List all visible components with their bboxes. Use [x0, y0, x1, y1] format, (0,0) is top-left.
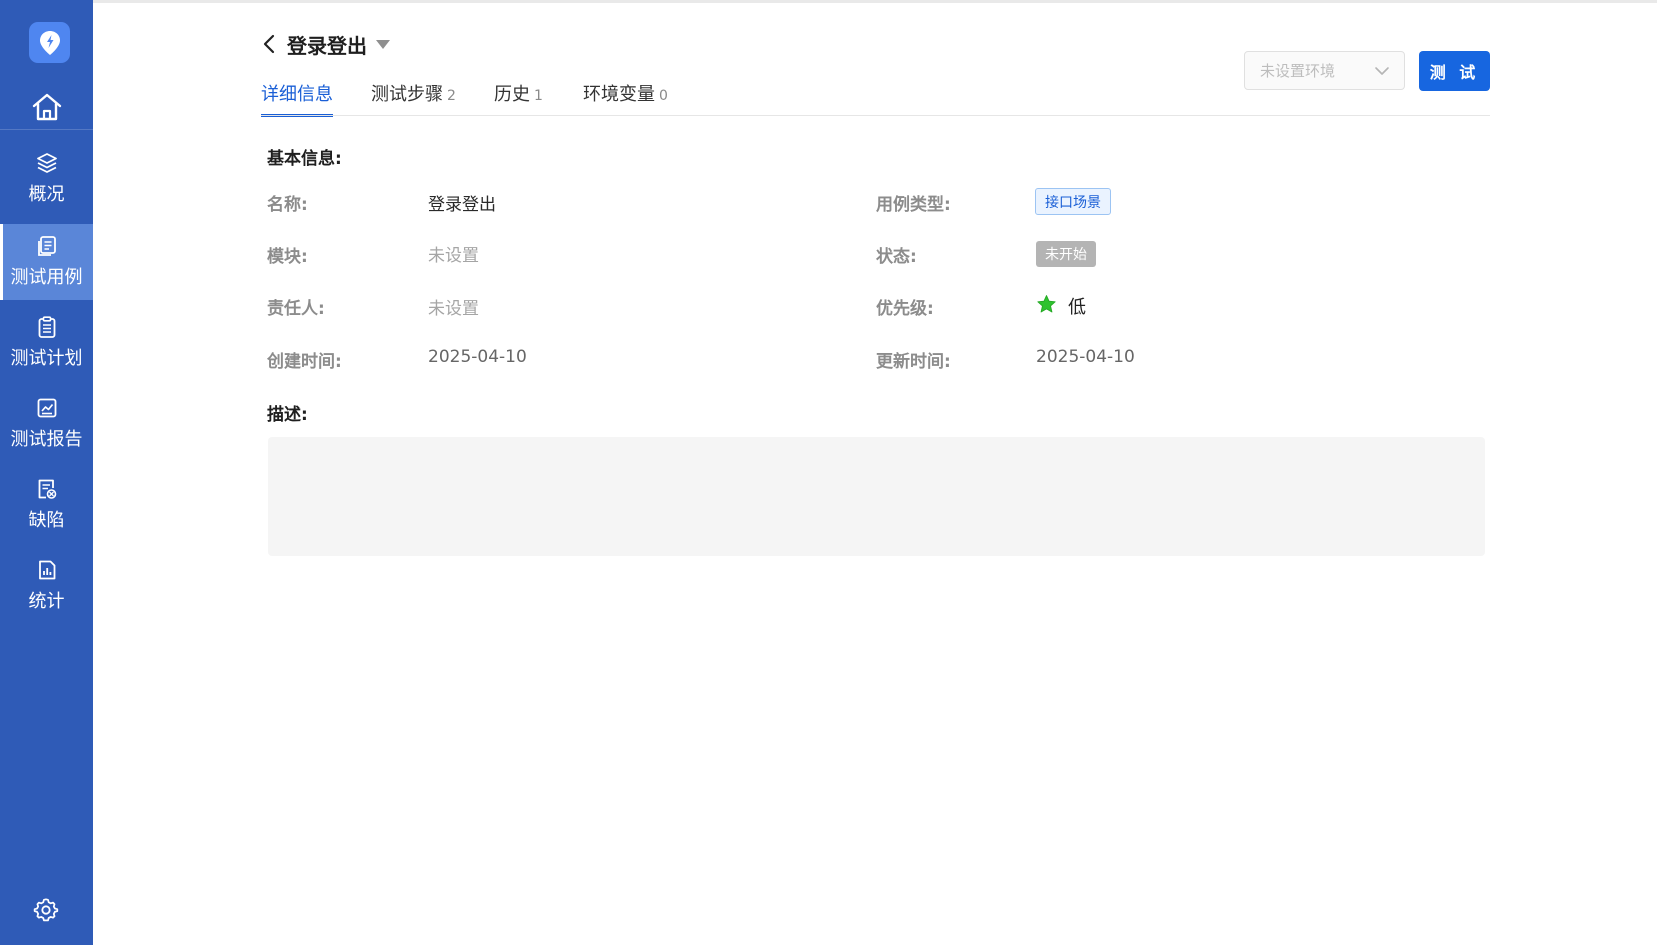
back-button[interactable] — [262, 32, 280, 56]
gear-icon — [33, 898, 59, 922]
created-time-value: 2025-04-10 — [428, 347, 527, 367]
tab-label: 测试步骤 — [371, 84, 443, 105]
app-root: 概况 测试用例 测试计划 测试报告 缺陷 统计 登录登出 详细信息 测试步骤 2… — [0, 0, 1657, 945]
case-type-tag: 接口场景 — [1035, 188, 1111, 215]
tab-details[interactable]: 详细信息 — [261, 80, 333, 117]
updated-time-value: 2025-04-10 — [1036, 347, 1135, 367]
module-label: 模块: — [267, 247, 308, 267]
tab-count: 0 — [659, 88, 668, 104]
tab-count: 2 — [447, 88, 456, 104]
tab-history[interactable]: 历史 1 — [494, 80, 543, 114]
sidebar-item-label: 缺陷 — [28, 510, 65, 531]
title-dropdown-caret-icon[interactable] — [376, 40, 390, 49]
environment-select[interactable]: 未设置环境 — [1244, 51, 1405, 90]
updated-time-label: 更新时间: — [876, 352, 951, 372]
sidebar-item-label: 统计 — [28, 591, 65, 612]
name-value: 登录登出 — [428, 195, 496, 215]
tab-count: 1 — [534, 88, 543, 104]
sidebar-item-label: 概况 — [28, 184, 65, 205]
status-badge[interactable]: 未开始 — [1036, 241, 1096, 267]
bar-chart-icon — [38, 560, 55, 580]
settings-button[interactable] — [33, 897, 59, 923]
case-type-label: 用例类型: — [876, 195, 951, 215]
sidebar: 概况 测试用例 测试计划 测试报告 缺陷 统计 — [0, 0, 93, 945]
name-label: 名称: — [267, 195, 308, 215]
page-title: 登录登出 — [287, 34, 367, 58]
tab-test-steps[interactable]: 测试步骤 2 — [371, 80, 456, 114]
owner-value[interactable]: 未设置 — [428, 294, 479, 319]
description-box[interactable] — [268, 437, 1485, 556]
tabs-divider — [261, 115, 1490, 116]
bug-list-icon — [38, 479, 56, 499]
chevron-down-icon — [1375, 67, 1389, 75]
sidebar-item-test-cases[interactable]: 测试用例 — [0, 224, 93, 300]
logo-icon — [39, 30, 60, 55]
priority-label: 优先级: — [876, 299, 934, 319]
chart-report-icon — [37, 398, 56, 418]
layers-icon — [36, 153, 57, 173]
tab-label: 详细信息 — [261, 84, 333, 105]
priority-value[interactable]: 低 — [1068, 293, 1086, 319]
tab-env-variables[interactable]: 环境变量 0 — [583, 80, 668, 114]
document-icon — [37, 236, 56, 256]
basic-info-heading: 基本信息: — [267, 149, 342, 169]
app-logo[interactable] — [29, 22, 70, 63]
sidebar-item-statistics[interactable]: 统计 — [0, 548, 93, 624]
sidebar-item-defects[interactable]: 缺陷 — [0, 467, 93, 543]
run-test-button[interactable]: 测 试 — [1419, 51, 1490, 91]
environment-select-placeholder: 未设置环境 — [1260, 62, 1336, 80]
sidebar-item-test-plans[interactable]: 测试计划 — [0, 305, 93, 381]
owner-label: 责任人: — [267, 299, 325, 319]
module-value[interactable]: 未设置 — [428, 241, 479, 266]
sidebar-home[interactable] — [0, 84, 93, 130]
sidebar-item-label: 测试用例 — [10, 267, 83, 288]
star-icon — [1037, 295, 1056, 313]
tab-label: 历史 — [494, 84, 530, 105]
home-icon — [32, 93, 61, 120]
sidebar-item-overview[interactable]: 概况 — [0, 141, 93, 217]
top-border — [93, 0, 1657, 3]
created-time-label: 创建时间: — [267, 352, 342, 372]
sidebar-item-test-reports[interactable]: 测试报告 — [0, 386, 93, 462]
status-label: 状态: — [876, 247, 917, 267]
clipboard-icon — [38, 316, 55, 338]
chevron-left-icon — [263, 34, 275, 54]
description-heading: 描述: — [267, 405, 308, 425]
sidebar-item-label: 测试报告 — [10, 429, 83, 450]
tab-label: 环境变量 — [583, 84, 655, 105]
sidebar-item-label: 测试计划 — [10, 348, 83, 369]
